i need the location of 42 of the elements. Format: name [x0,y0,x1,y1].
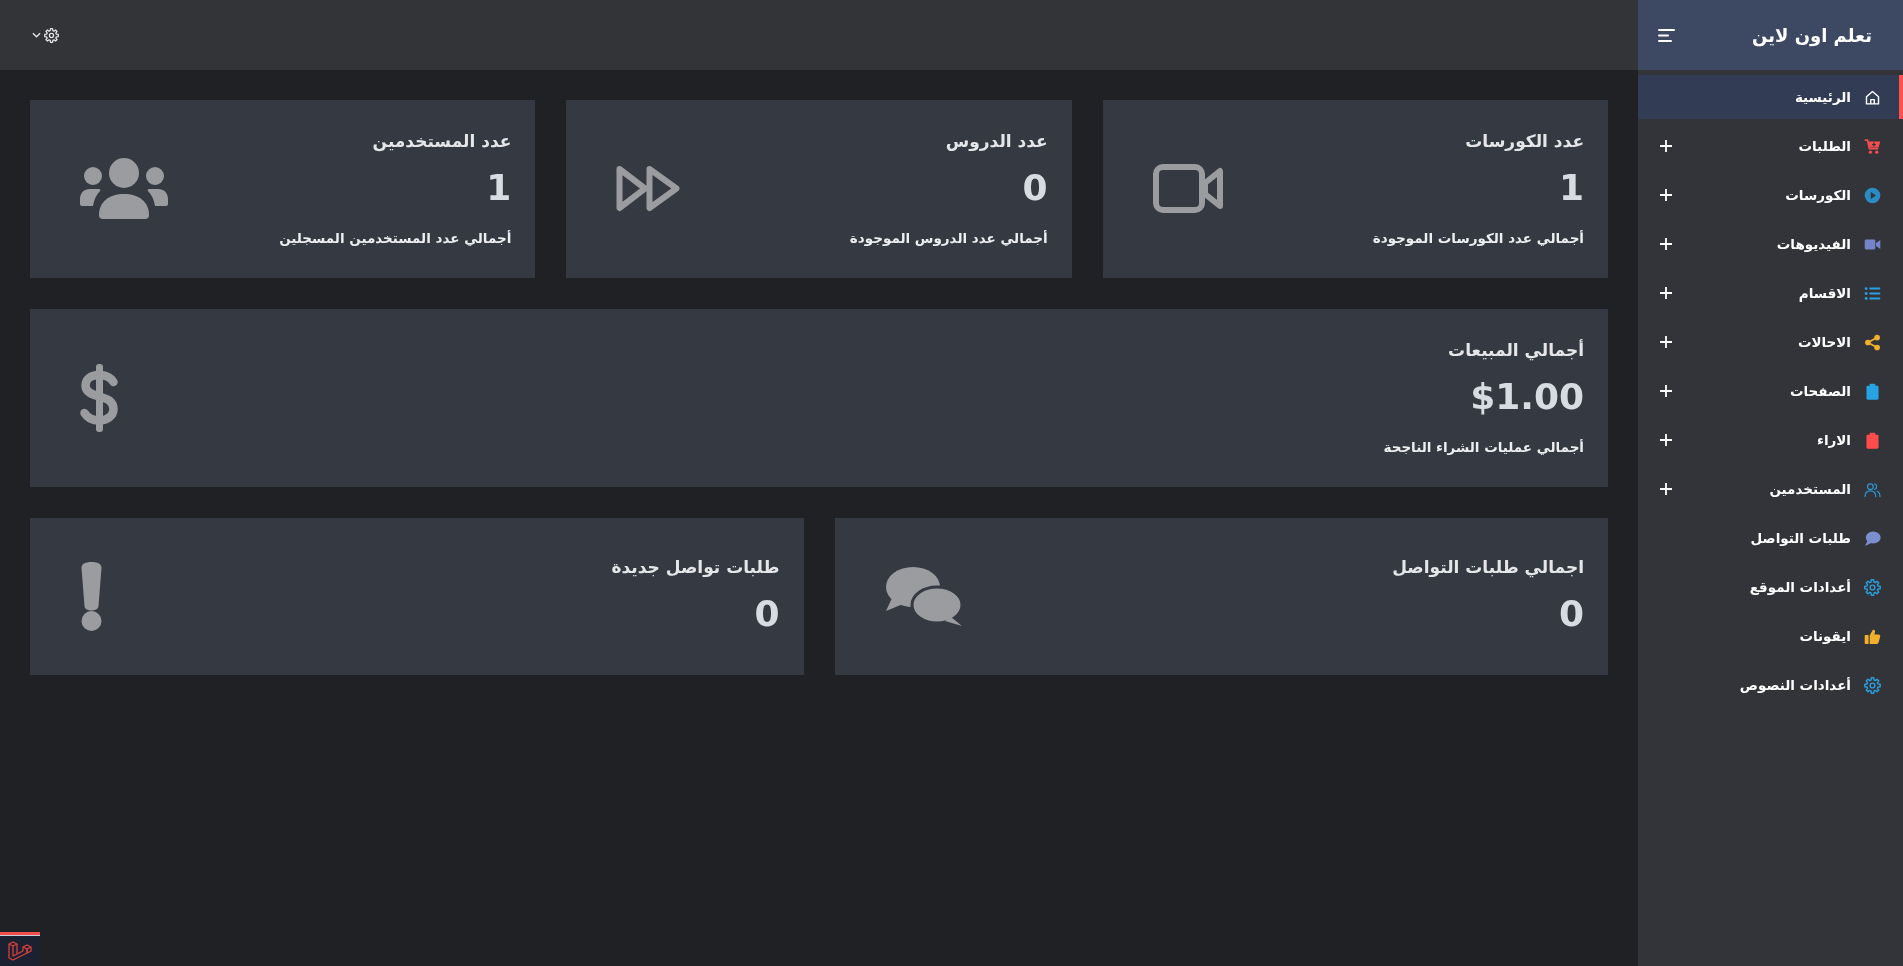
stat-title: أجمالي المبيعات [1448,338,1584,363]
stat-value: 0 [1558,592,1584,636]
stat-title: اجمالي طلبات التواصل [1392,556,1584,580]
sidebar-item[interactable]: أعدادات النصوص [1638,663,1903,707]
stat-value: 1 [486,166,512,210]
stat-value: 0 [754,592,780,636]
stat-value: $1.00 [1470,375,1584,419]
stat-value: 1 [1558,166,1584,210]
sidebar-item[interactable]: المستخدمين [1638,467,1903,511]
stat-title: عدد المستخدمين [372,130,512,154]
sidebar-item[interactable]: ايقونات [1638,614,1903,658]
stat-caption: أجمالي عدد الدروس الموجودة [849,229,1048,248]
stat-caption: أجمالي عمليات الشراء الناجحة [1383,438,1584,457]
menu-icon [1658,28,1675,42]
fast-forward-icon [616,165,681,212]
video-camera-icon [1152,164,1223,213]
sidebar-item[interactable]: طلبات التواصل [1638,516,1903,560]
menu-button[interactable] [1658,28,1675,42]
sidebar-item[interactable]: أعدادات الموقع [1638,565,1903,609]
stat-title: طلبات تواصل جديدة [611,556,780,579]
sidebar-item[interactable]: الطلبات [1638,124,1903,168]
gear-icon [44,27,59,43]
stat-caption: أجمالي عدد الكورسات الموجودة [1372,229,1584,248]
user-menu-button[interactable] [32,27,59,43]
stat-title: عدد الدروس [945,130,1048,153]
exclamation-icon [80,561,103,631]
stat-caption: أجمالي عدد المستخدمين المسجلين [279,229,512,248]
sidebar-item[interactable]: الاراء [1638,418,1903,462]
users-icon [80,158,168,219]
sidebar-item[interactable]: الاقسام [1638,271,1903,315]
sidebar-item[interactable]: الصفحات [1638,369,1903,413]
sidebar-item[interactable]: الرئيسية [1638,75,1903,119]
sidebar-item[interactable]: الفيديوهات [1638,222,1903,266]
sidebar-title: تعلم اون لاين [1752,24,1872,46]
sidebar-item[interactable]: الاحالات [1638,320,1903,364]
sidebar-item[interactable]: الكورسات [1638,173,1903,217]
logo-icon[interactable] [0,932,40,966]
dollar-icon [80,363,119,432]
speech-bubbles-icon [884,566,963,626]
stat-value: 0 [1022,166,1048,210]
stat-title: عدد الكورسات [1465,130,1584,153]
chevron-down-icon [32,32,41,38]
